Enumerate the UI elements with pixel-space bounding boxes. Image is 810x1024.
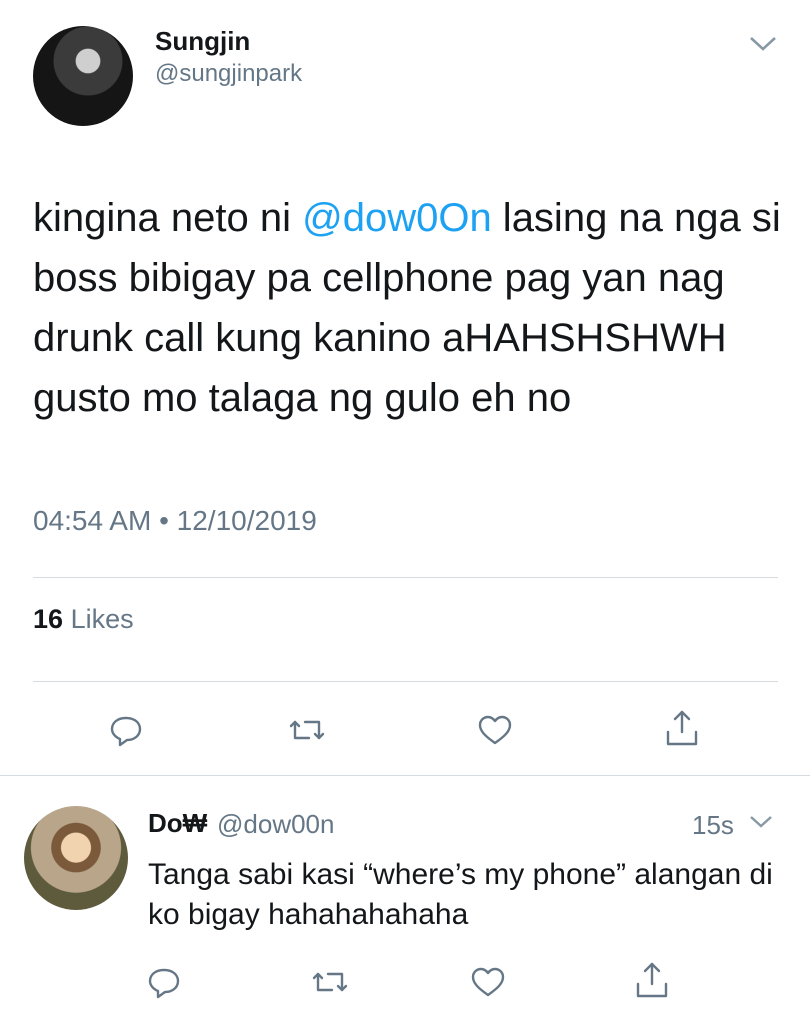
retweet-icon[interactable] xyxy=(310,962,350,1002)
reply-text: Tanga sabi kasi “where’s my phone” alang… xyxy=(148,858,773,931)
author-display-name[interactable]: Sungjin xyxy=(155,26,250,57)
author-avatar[interactable] xyxy=(33,26,133,126)
reply-author-handle[interactable]: @dow00n xyxy=(217,809,334,840)
likes-label: Likes xyxy=(70,604,134,634)
likes-number: 16 xyxy=(33,604,64,634)
share-icon[interactable] xyxy=(662,708,702,748)
heart-icon[interactable] xyxy=(468,962,508,1002)
divider xyxy=(33,681,778,682)
retweet-icon[interactable] xyxy=(287,710,327,750)
reply-author-display-name[interactable]: Do₩ xyxy=(148,808,207,839)
likes-count[interactable]: 16 Likes xyxy=(33,604,134,635)
reply-icon[interactable] xyxy=(144,962,184,1002)
reply-author-avatar[interactable] xyxy=(24,806,128,910)
mention-link[interactable]: @dow0On xyxy=(302,196,492,240)
author-handle[interactable]: @sungjinpark xyxy=(155,60,302,88)
reply-icon[interactable] xyxy=(106,710,146,750)
reply-timestamp[interactable]: 15s xyxy=(692,810,734,841)
tweet-text: kingina neto ni @dow0On lasing na nga si… xyxy=(33,188,793,428)
share-icon[interactable] xyxy=(632,960,672,1000)
tweet-text-start: kingina neto ni xyxy=(33,196,303,240)
chevron-down-icon[interactable] xyxy=(748,813,774,831)
chevron-down-icon[interactable] xyxy=(748,34,778,54)
heart-icon[interactable] xyxy=(475,710,515,750)
section-divider xyxy=(0,775,810,776)
tweet-timestamp[interactable]: 04:54 AM • 12/10/2019 xyxy=(33,505,317,537)
divider xyxy=(33,577,778,578)
